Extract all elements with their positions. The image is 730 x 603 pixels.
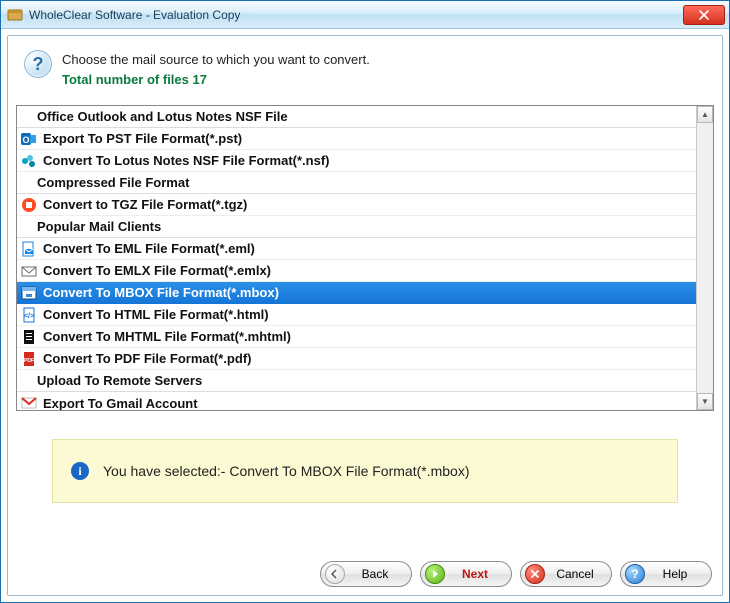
scroll-up-button[interactable]: ▲	[697, 106, 713, 123]
list-item-label: Convert To HTML File Format(*.html)	[43, 307, 269, 322]
archive-icon	[21, 197, 37, 213]
list-item-mhtml[interactable]: Convert To MHTML File Format(*.mhtml)	[17, 326, 696, 348]
gmail-icon	[21, 395, 37, 410]
list-item-eml[interactable]: Convert To EML File Format(*.eml)	[17, 238, 696, 260]
group-header-office: Office Outlook and Lotus Notes NSF File	[17, 106, 696, 128]
envelope-icon	[21, 263, 37, 279]
close-icon	[525, 564, 545, 584]
group-header-popular: Popular Mail Clients	[17, 216, 696, 238]
list-item-tgz[interactable]: Convert to TGZ File Format(*.tgz)	[17, 194, 696, 216]
selection-info-text: You have selected:- Convert To MBOX File…	[103, 463, 470, 479]
scroll-track[interactable]	[697, 123, 713, 393]
button-label: Next	[451, 567, 499, 581]
app-icon	[7, 7, 23, 23]
back-button[interactable]: Back	[320, 561, 412, 587]
format-list[interactable]: Office Outlook and Lotus Notes NSF File …	[17, 106, 696, 410]
outlook-icon: O	[21, 131, 37, 147]
info-icon: i	[71, 462, 89, 480]
list-scrollbar[interactable]: ▲ ▼	[696, 106, 713, 410]
next-button[interactable]: Next	[420, 561, 512, 587]
list-item-mbox[interactable]: Convert To MBOX File Format(*.mbox)	[17, 282, 696, 304]
close-button[interactable]	[683, 5, 725, 25]
svg-text:PDF: PDF	[24, 358, 34, 364]
file-mail-icon	[21, 241, 37, 257]
list-item-nsf[interactable]: Convert To Lotus Notes NSF File Format(*…	[17, 150, 696, 172]
group-header-upload: Upload To Remote Servers	[17, 370, 696, 392]
list-item-label: Export To Gmail Account	[43, 396, 198, 411]
svg-text:O: O	[22, 135, 29, 145]
list-item-label: Convert To MHTML File Format(*.mhtml)	[43, 329, 291, 344]
titlebar: WholeClear Software - Evaluation Copy	[1, 1, 729, 29]
file-pdf-icon: PDF	[21, 351, 37, 367]
file-dark-icon	[21, 329, 37, 345]
list-item-label: Convert To EMLX File Format(*.emlx)	[43, 263, 271, 278]
help-button[interactable]: ? Help	[620, 561, 712, 587]
button-label: Back	[351, 567, 399, 581]
button-label: Help	[651, 567, 699, 581]
list-item-pst[interactable]: O Export To PST File Format(*.pst)	[17, 128, 696, 150]
list-item-html[interactable]: </> Convert To HTML File Format(*.html)	[17, 304, 696, 326]
button-label: Cancel	[551, 567, 599, 581]
svg-text:</>: </>	[24, 313, 34, 320]
question-icon: ?	[24, 50, 52, 78]
format-list-container: Office Outlook and Lotus Notes NSF File …	[16, 105, 714, 411]
group-header-compressed: Compressed File Format	[17, 172, 696, 194]
list-item-gmail[interactable]: Export To Gmail Account	[17, 392, 696, 410]
list-item-label: Convert To EML File Format(*.eml)	[43, 241, 255, 256]
lotus-icon	[21, 153, 37, 169]
prompt-header: ? Choose the mail source to which you wa…	[16, 46, 714, 99]
wizard-button-row: Back Next Cancel ? Help	[320, 561, 712, 587]
list-item-emlx[interactable]: Convert To EMLX File Format(*.emlx)	[17, 260, 696, 282]
list-item-label: Convert to TGZ File Format(*.tgz)	[43, 197, 247, 212]
list-item-label: Convert To PDF File Format(*.pdf)	[43, 351, 251, 366]
cancel-button[interactable]: Cancel	[520, 561, 612, 587]
arrow-left-icon	[325, 564, 345, 584]
list-item-label: Convert To Lotus Notes NSF File Format(*…	[43, 153, 330, 168]
main-panel: ? Choose the mail source to which you wa…	[7, 35, 723, 596]
scroll-down-button[interactable]: ▼	[697, 393, 713, 410]
list-item-pdf[interactable]: PDF Convert To PDF File Format(*.pdf)	[17, 348, 696, 370]
list-item-label: Export To PST File Format(*.pst)	[43, 131, 242, 146]
help-icon: ?	[625, 564, 645, 584]
prompt-text: Choose the mail source to which you want…	[62, 50, 370, 70]
window-title: WholeClear Software - Evaluation Copy	[29, 8, 240, 22]
arrow-right-icon	[425, 564, 445, 584]
list-item-label: Convert To MBOX File Format(*.mbox)	[43, 285, 279, 300]
file-count-text: Total number of files 17	[62, 70, 370, 90]
selection-info-bar: i You have selected:- Convert To MBOX Fi…	[52, 439, 678, 503]
file-code-icon: </>	[21, 307, 37, 323]
mbox-icon	[21, 285, 37, 301]
